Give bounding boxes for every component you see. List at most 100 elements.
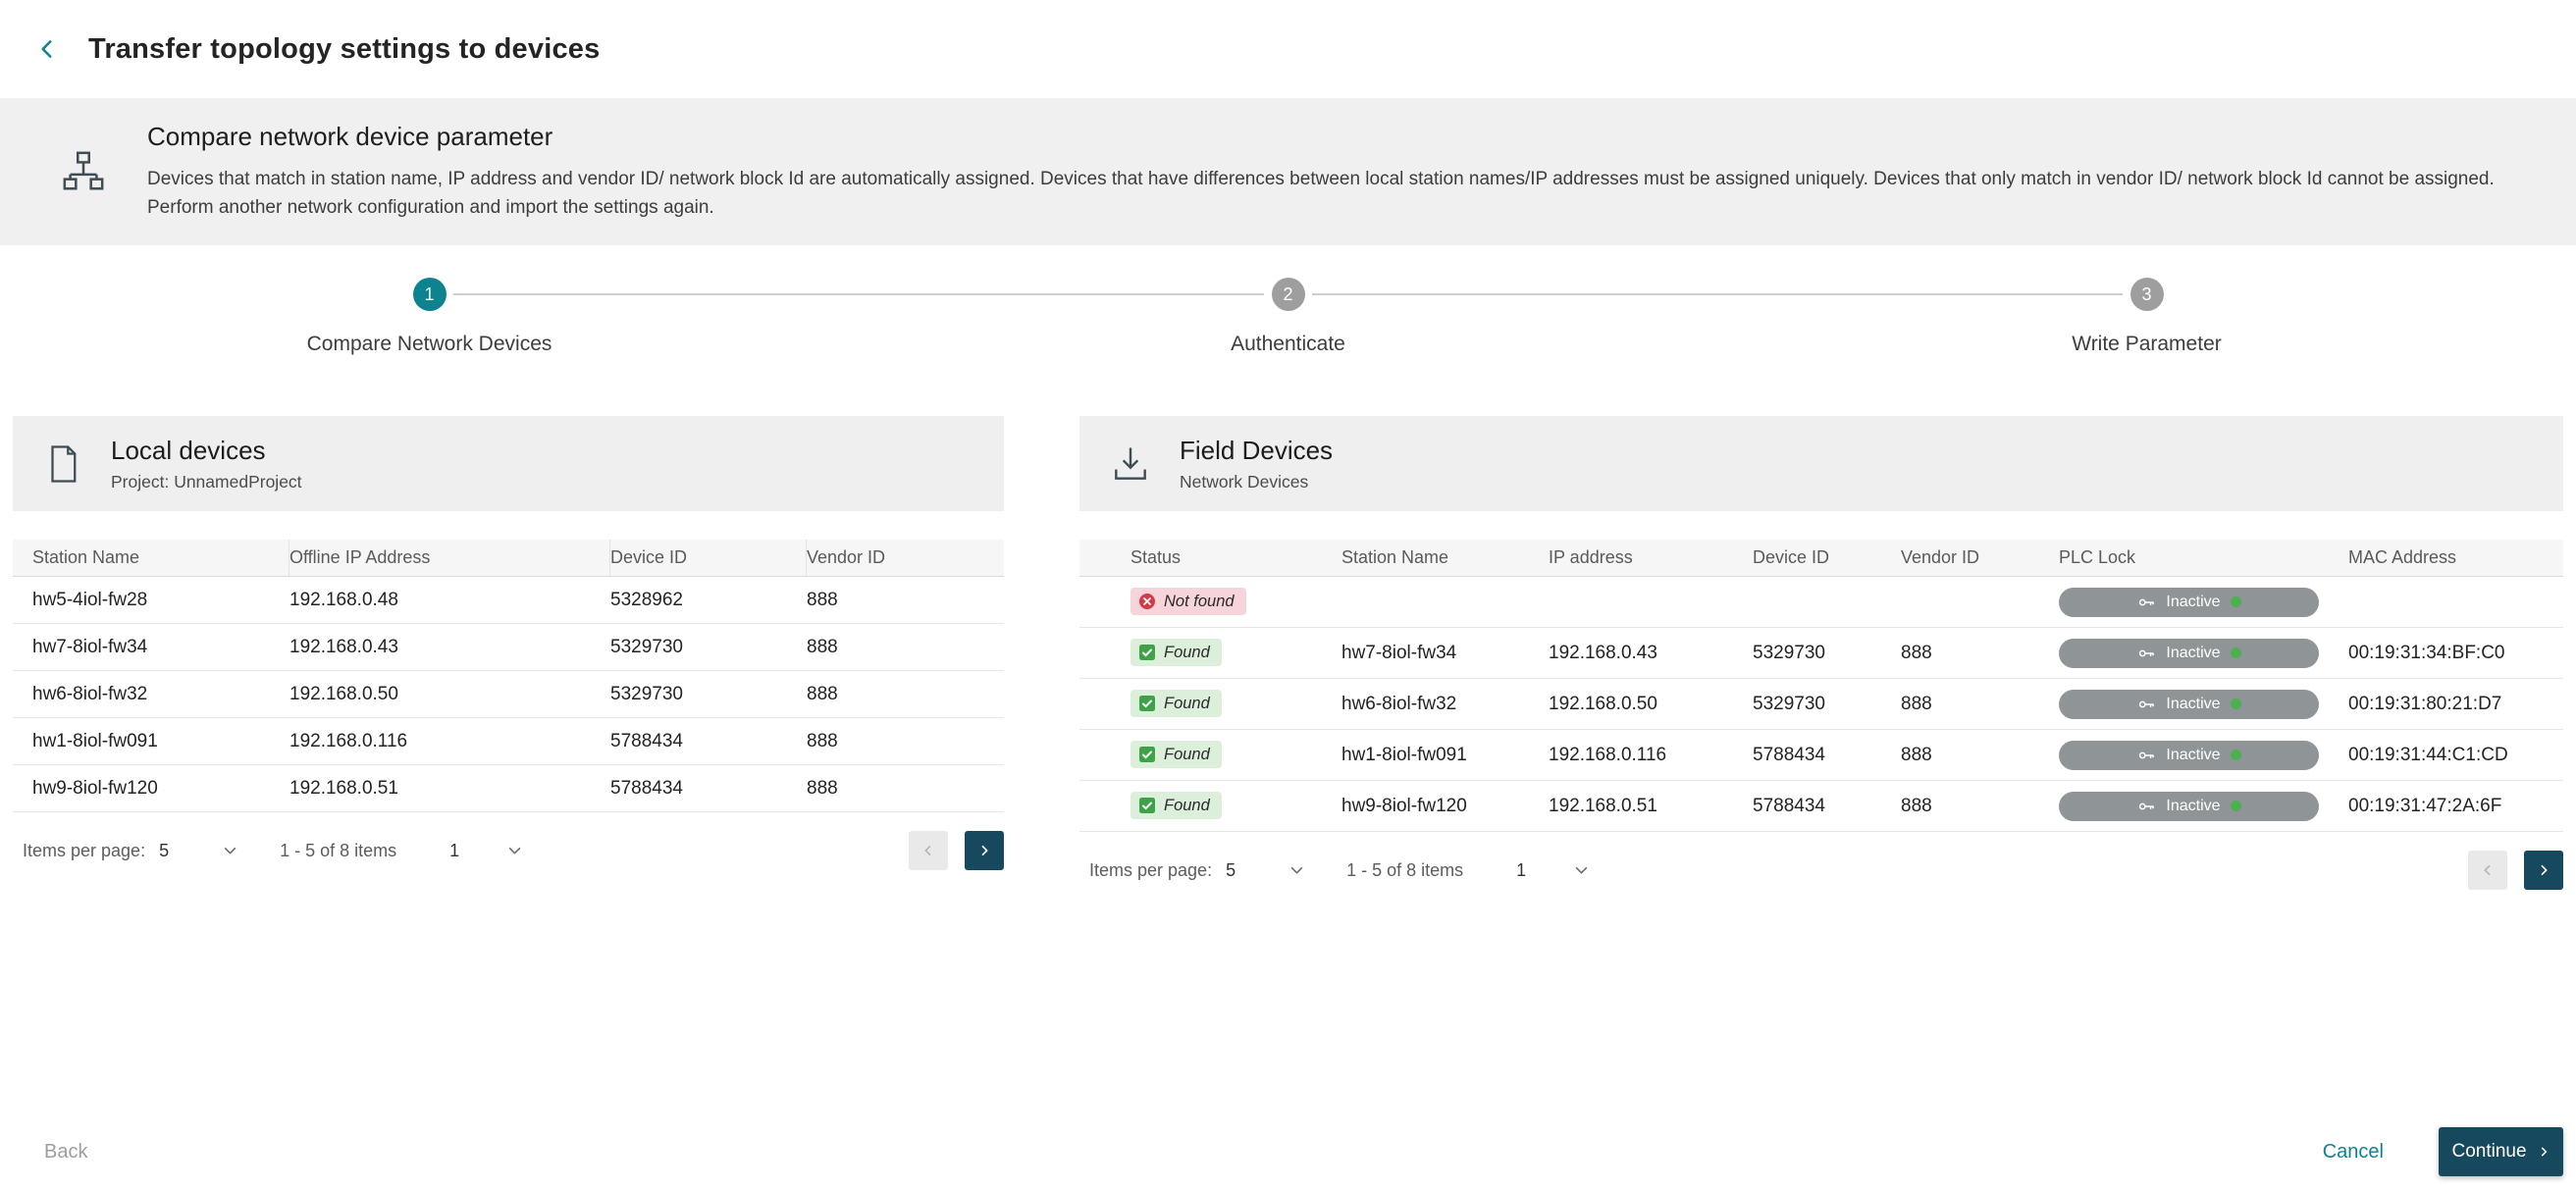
- continue-label: Continue: [2451, 1141, 2526, 1163]
- vendor-id-cell: 888: [1901, 796, 2059, 817]
- step-compare-network-devices[interactable]: 1 Compare Network Devices: [0, 278, 859, 356]
- download-icon: [1109, 442, 1152, 486]
- status-badge: Found: [1130, 639, 1222, 666]
- device-id-cell: 5788434: [610, 731, 807, 752]
- station-name-cell: hw9-8iol-fw120: [13, 778, 289, 800]
- station-name-cell: hw7-8iol-fw34: [13, 637, 289, 658]
- chevron-right-icon: [976, 843, 992, 858]
- step-label: Compare Network Devices: [307, 333, 552, 356]
- station-name-cell: hw6-8iol-fw32: [1341, 694, 1549, 715]
- previous-page-button[interactable]: [2468, 851, 2507, 890]
- vendor-id-cell: 888: [1901, 745, 2059, 766]
- table-row[interactable]: hw7-8iol-fw34 192.168.0.43 5329730 888: [13, 624, 1004, 671]
- local-devices-header: Local devices Project: UnnamedProject: [13, 416, 1004, 511]
- back-button[interactable]: Back: [44, 1141, 87, 1164]
- plc-lock-toggle[interactable]: Inactive: [2059, 690, 2319, 719]
- cancel-button[interactable]: Cancel: [2323, 1141, 2384, 1164]
- chevron-left-icon: [920, 843, 936, 858]
- plc-lock-toggle[interactable]: Inactive: [2059, 639, 2319, 668]
- station-name-cell: hw1-8iol-fw091: [13, 731, 289, 752]
- status-label: Not found: [1164, 593, 1235, 611]
- device-id-cell: 5328962: [610, 590, 807, 611]
- step-write-parameter[interactable]: 3 Write Parameter: [1717, 278, 2576, 356]
- column-header-device-id: Device ID: [610, 540, 807, 576]
- mac-address-cell: 00:19:31:47:2A:6F: [2348, 796, 2563, 817]
- previous-page-button[interactable]: [909, 831, 948, 870]
- offline-ip-cell: 192.168.0.48: [289, 590, 610, 611]
- device-id-cell: 5788434: [1753, 796, 1901, 817]
- offline-ip-cell: 192.168.0.116: [289, 731, 610, 752]
- status-badge: Not found: [1130, 588, 1246, 615]
- column-header-vendor-id: Vendor ID: [807, 540, 1004, 576]
- plc-lock-toggle[interactable]: Inactive: [2059, 741, 2319, 770]
- plc-lock-toggle[interactable]: Inactive: [2059, 588, 2319, 617]
- items-per-page-value: 5: [1226, 860, 1235, 881]
- vendor-id-cell: 888: [1901, 694, 2059, 715]
- device-id-cell: 5329730: [1753, 694, 1901, 715]
- items-per-page-value: 5: [159, 841, 169, 861]
- panel-subtitle: Network Devices: [1180, 472, 1333, 492]
- table-row[interactable]: Found hw1-8iol-fw091 192.168.0.116 57884…: [1079, 730, 2563, 781]
- topology-icon: [61, 149, 106, 194]
- chevron-down-icon: [1290, 866, 1303, 874]
- check-icon: [1138, 695, 1156, 712]
- table-row[interactable]: hw6-8iol-fw32 192.168.0.50 5329730 888: [13, 671, 1004, 718]
- page-title: Transfer topology settings to devices: [88, 33, 600, 66]
- page-value: 1: [1516, 860, 1526, 881]
- pagination-bar: Items per page: 5 1 - 5 of 8 items 1: [13, 827, 1004, 874]
- vendor-id-cell: 888: [807, 731, 1004, 752]
- offline-ip-cell: 192.168.0.51: [289, 778, 610, 800]
- panel-subtitle: Project: UnnamedProject: [111, 472, 302, 492]
- plc-lock-label: Inactive: [2166, 747, 2220, 764]
- table-row[interactable]: Found hw6-8iol-fw32 192.168.0.50 5329730…: [1079, 679, 2563, 730]
- table-row[interactable]: Found hw7-8iol-fw34 192.168.0.43 5329730…: [1079, 628, 2563, 679]
- column-header-ip-address: IP address: [1549, 540, 1753, 576]
- banner-title: Compare network device parameter: [147, 122, 2497, 152]
- table-row[interactable]: Not found Inactive: [1079, 577, 2563, 628]
- continue-button[interactable]: Continue: [2439, 1127, 2563, 1176]
- key-icon: [2136, 644, 2156, 663]
- step-connector: [1312, 293, 2123, 295]
- vendor-id-cell: 888: [807, 778, 1004, 800]
- step-label: Authenticate: [1231, 333, 1345, 356]
- next-page-button[interactable]: [965, 831, 1004, 870]
- page-select[interactable]: 1: [1516, 860, 1588, 881]
- back-icon[interactable]: [26, 27, 69, 71]
- mac-address-cell: 00:19:31:80:21:D7: [2348, 694, 2563, 715]
- step-number: 3: [2130, 278, 2164, 311]
- chevron-right-icon: [2537, 1145, 2550, 1159]
- device-id-cell: 5329730: [610, 684, 807, 705]
- vendor-id-cell: 888: [807, 590, 1004, 611]
- chevron-left-icon: [2480, 862, 2496, 878]
- status-label: Found: [1164, 797, 1210, 815]
- status-label: Found: [1164, 695, 1210, 713]
- page-select[interactable]: 1: [449, 841, 521, 861]
- key-icon: [2136, 593, 2156, 612]
- ip-address-cell: 192.168.0.43: [1549, 643, 1753, 664]
- status-dot: [2231, 750, 2241, 760]
- info-banner: Compare network device parameter Devices…: [0, 98, 2576, 245]
- vendor-id-cell: 888: [1901, 643, 2059, 664]
- table-row[interactable]: hw1-8iol-fw091 192.168.0.116 5788434 888: [13, 718, 1004, 765]
- panel-title: Local devices: [111, 436, 302, 466]
- column-header-vendor-id: Vendor ID: [1901, 540, 2059, 576]
- plc-lock-toggle[interactable]: Inactive: [2059, 792, 2319, 821]
- table-row[interactable]: hw9-8iol-fw120 192.168.0.51 5788434 888: [13, 765, 1004, 812]
- table-header: Status Station Name IP address Device ID…: [1079, 540, 2563, 577]
- column-header-device-id: Device ID: [1753, 540, 1901, 576]
- chevron-down-icon: [508, 847, 521, 854]
- device-id-cell: 5329730: [610, 637, 807, 658]
- step-label: Write Parameter: [2072, 333, 2222, 356]
- banner-description: Devices that match in station name, IP a…: [147, 165, 2497, 222]
- ip-address-cell: 192.168.0.50: [1549, 694, 1753, 715]
- status-badge: Found: [1130, 741, 1222, 768]
- next-page-button[interactable]: [2524, 851, 2563, 890]
- field-devices-header: Field Devices Network Devices: [1079, 416, 2563, 511]
- table-row[interactable]: hw5-4iol-fw28 192.168.0.48 5328962 888: [13, 577, 1004, 624]
- column-header-offline-ip: Offline IP Address: [289, 540, 610, 576]
- items-per-page-select[interactable]: 5: [159, 841, 237, 861]
- step-authenticate[interactable]: 2 Authenticate: [859, 278, 1717, 356]
- table-row[interactable]: Found hw9-8iol-fw120 192.168.0.51 578843…: [1079, 781, 2563, 832]
- device-id-cell: 5788434: [1753, 745, 1901, 766]
- items-per-page-select[interactable]: 5: [1226, 860, 1303, 881]
